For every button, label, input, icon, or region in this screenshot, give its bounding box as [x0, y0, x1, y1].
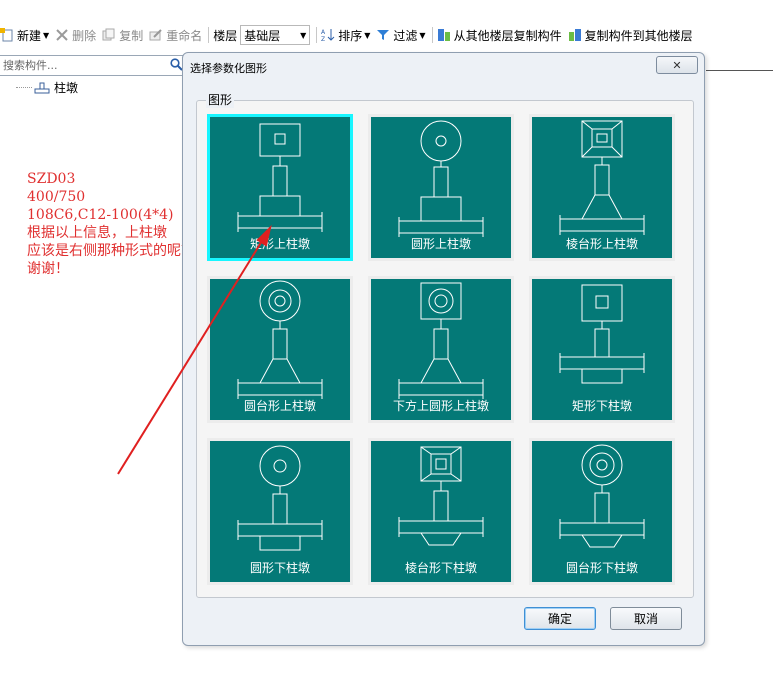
- toolbar-divider: [431, 27, 433, 43]
- shape-rect-upper-pier[interactable]: 矩形上柱墩: [207, 114, 353, 261]
- copy-from-floor-button[interactable]: 从其他楼层复制构件: [437, 27, 562, 44]
- sort-icon: AZ: [321, 28, 335, 43]
- floor-select[interactable]: 基础层 ▼: [240, 25, 311, 45]
- annotation-line: 108C6,C12-100(4*4): [27, 207, 174, 223]
- chevron-down-icon: ▼: [43, 30, 50, 40]
- divider: [706, 70, 773, 71]
- shape-frustum-upper-pier[interactable]: 棱台形上柱墩: [529, 114, 675, 261]
- shape-label: 矩形上柱墩: [249, 237, 310, 251]
- tree-item-pier[interactable]: 柱墩: [16, 79, 78, 96]
- new-label: 新建: [17, 28, 42, 43]
- shape-label: 棱台形上柱墩: [565, 237, 638, 251]
- dialog-title: 选择参数化图形: [190, 62, 267, 75]
- shape-circle-lower-pier[interactable]: 圆形下柱墩: [207, 438, 353, 585]
- copy-button[interactable]: 复制: [102, 27, 143, 44]
- toolbar-divider: [316, 27, 318, 43]
- annotation-note: SZD03 400/750 108C6,C12-100(4*4) 根据以上信息，…: [27, 170, 195, 278]
- sort-label: 排序: [338, 28, 363, 43]
- copy-to-floor-icon: [568, 28, 582, 42]
- annotation-line: 根据以上信息，上柱墩: [27, 225, 167, 241]
- select-shape-dialog: 选择参数化图形 ✕ 图形 矩形上柱墩 圆形上柱墩 棱台形上柱墩 圆台形上柱墩 下…: [182, 52, 705, 646]
- close-button[interactable]: ✕: [656, 56, 698, 74]
- shape-label: 矩形下柱墩: [571, 399, 632, 413]
- shape-round-frustum-lower-pier[interactable]: 圆台形下柱墩: [529, 438, 675, 585]
- delete-button[interactable]: 删除: [55, 27, 96, 44]
- annotation-line: 应该是右侧那种形式的呢？: [27, 243, 195, 259]
- copy-icon: [102, 28, 116, 42]
- shape-label: 圆台形下柱墩: [565, 561, 638, 575]
- chevron-down-icon: ▼: [300, 30, 307, 40]
- search-input[interactable]: [0, 59, 163, 72]
- cancel-button[interactable]: 取消: [610, 607, 682, 630]
- shape-circle-upper-pier[interactable]: 圆形上柱墩: [368, 114, 514, 261]
- filter-icon: [376, 28, 390, 42]
- copy-from-floor-label: 从其他楼层复制构件: [453, 28, 562, 43]
- copy-label: 复制: [119, 28, 144, 43]
- copy-to-floor-label: 复制构件到其他楼层: [584, 28, 693, 43]
- copy-to-floor-button[interactable]: 复制构件到其他楼层: [568, 27, 693, 44]
- svg-text:A: A: [321, 29, 326, 36]
- group-label: 图形: [206, 91, 235, 108]
- filter-label: 过滤: [393, 28, 418, 43]
- close-icon: ✕: [672, 58, 682, 72]
- tree-connector: [16, 87, 32, 88]
- new-button[interactable]: 新建 ▼: [0, 27, 49, 44]
- delete-label: 删除: [72, 28, 97, 43]
- shape-label: 下方上圆形上柱墩: [392, 399, 489, 413]
- annotation-line: SZD03: [27, 171, 76, 187]
- shape-label: 棱台形下柱墩: [404, 561, 477, 575]
- shape-rect-lower-pier[interactable]: 矩形下柱墩: [529, 276, 675, 423]
- shape-label: 圆形上柱墩: [410, 237, 471, 251]
- sort-button[interactable]: AZ 排序 ▼: [321, 27, 370, 44]
- tree-item-label: 柱墩: [54, 81, 79, 95]
- shape-label: 圆形下柱墩: [249, 561, 310, 575]
- new-icon: [0, 28, 14, 42]
- shape-square-round-upper-pier[interactable]: 下方上圆形上柱墩: [368, 276, 514, 423]
- delete-icon: [55, 28, 69, 42]
- svg-text:Z: Z: [321, 36, 325, 42]
- filter-button[interactable]: 过滤 ▼: [376, 27, 426, 44]
- ok-button[interactable]: 确定: [524, 607, 596, 630]
- toolbar: 新建 ▼ 删除 复制 重命名 楼层 基础层 ▼ AZ 排序 ▼ 过滤 ▼ 从其他…: [0, 22, 773, 48]
- floor-label: 楼层: [213, 28, 238, 43]
- pier-icon: [34, 82, 50, 94]
- floor-select-value: 基础层: [244, 28, 281, 43]
- search-box: [0, 55, 186, 76]
- rename-label: 重命名: [166, 28, 203, 43]
- annotation-line: 400/750: [27, 189, 86, 205]
- toolbar-divider: [208, 27, 210, 43]
- shape-round-frustum-upper-pier[interactable]: 圆台形上柱墩: [207, 276, 353, 423]
- copy-from-floor-icon: [437, 28, 451, 42]
- annotation-line: 谢谢！: [27, 261, 69, 277]
- shape-label: 圆台形上柱墩: [243, 399, 316, 413]
- shape-frustum-lower-pier[interactable]: 棱台形下柱墩: [368, 438, 514, 585]
- chevron-down-icon: ▼: [419, 30, 426, 40]
- chevron-down-icon: ▼: [364, 30, 371, 40]
- rename-button[interactable]: 重命名: [149, 27, 202, 44]
- rename-icon: [149, 28, 163, 42]
